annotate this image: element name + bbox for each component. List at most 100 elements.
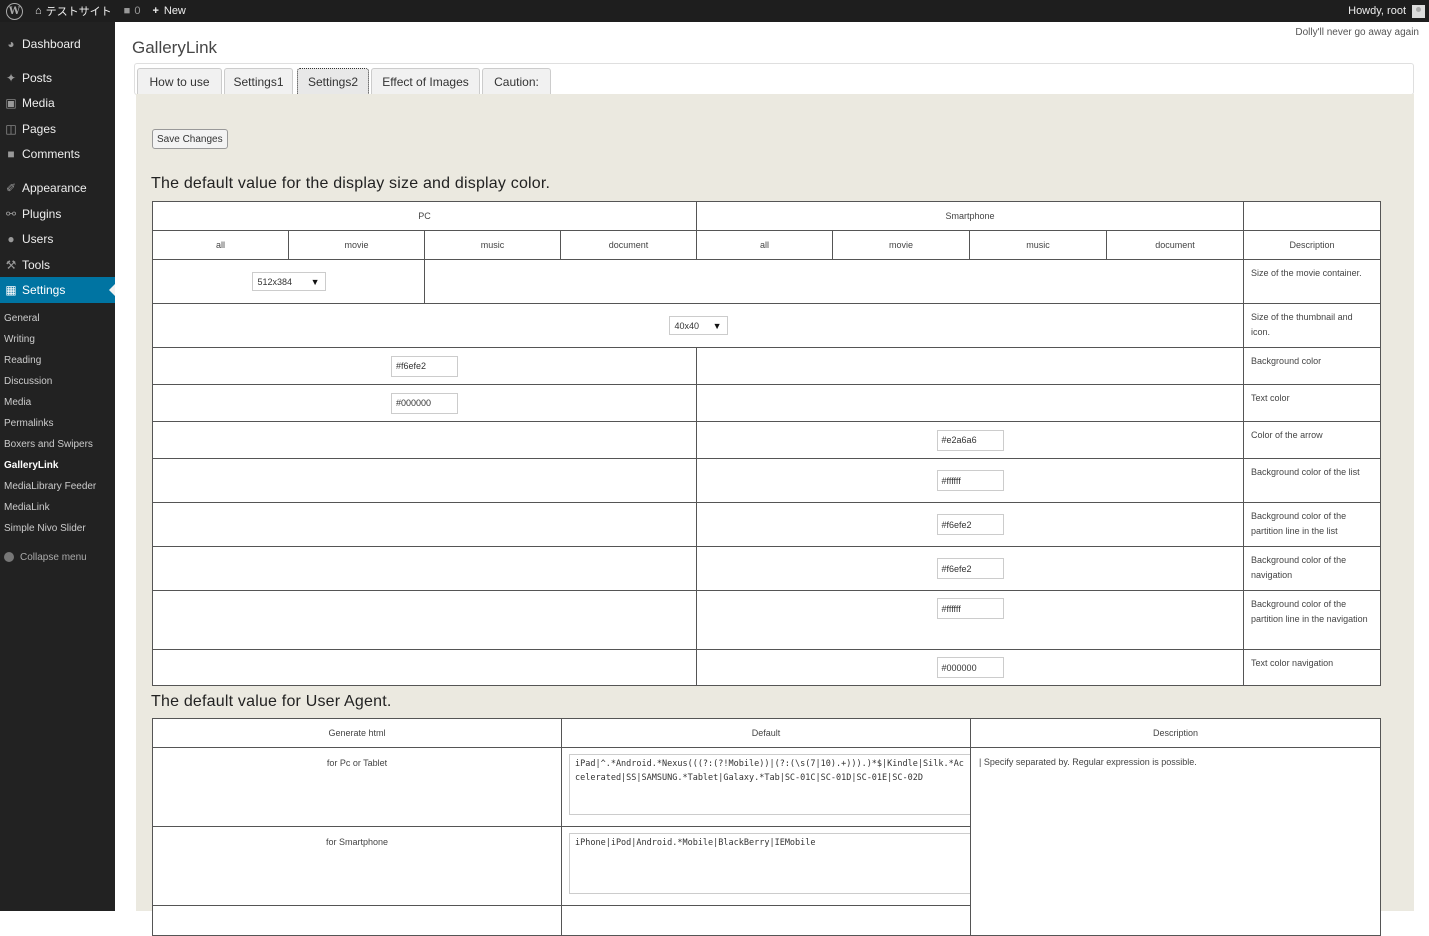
comments-count: 0 bbox=[134, 5, 141, 17]
thumb-cell: 40x40 ▼ bbox=[151, 303, 1245, 348]
admin-bar: W ⌂ テストサイト ■ 0 + New Howdy, root bbox=[0, 0, 1429, 22]
hello-dolly-text: Dolly'll never go away again bbox=[1295, 27, 1419, 38]
menu-media[interactable]: ▣ Media bbox=[0, 90, 115, 116]
arrow-color-cell: #e2a6a6 bbox=[696, 421, 1245, 459]
menu-label: Appearance bbox=[22, 181, 87, 195]
settings-submenu: General Writing Reading Discussion Media… bbox=[0, 308, 115, 539]
col-ua-description: Description bbox=[970, 718, 1381, 748]
submenu-boxers-and-swipers[interactable]: Boxers and Swipers bbox=[0, 434, 115, 455]
pc-tablet-label: for Pc or Tablet bbox=[152, 747, 562, 827]
plug-icon: ⚯ bbox=[5, 207, 17, 221]
submenu-reading[interactable]: Reading bbox=[0, 350, 115, 371]
empty-cell bbox=[151, 649, 698, 686]
empty-cell bbox=[152, 905, 562, 936]
menu-label: Dashboard bbox=[22, 37, 81, 51]
list-background-color-input[interactable]: #ffffff bbox=[936, 470, 1004, 491]
nav-text-cell: #000000 bbox=[696, 649, 1245, 686]
main-content: Dolly'll never go away again GalleryLink… bbox=[115, 22, 1429, 936]
submenu-permalinks[interactable]: Permalinks bbox=[0, 413, 115, 434]
menu-label: Users bbox=[22, 232, 54, 246]
site-name: テストサイト bbox=[45, 6, 112, 18]
howdy-text: Howdy, root bbox=[1348, 5, 1406, 17]
navigation-partition-color-input[interactable]: #ffffff bbox=[936, 598, 1004, 619]
col-sp-document: document bbox=[1106, 230, 1245, 260]
row-description: Text color navigation bbox=[1243, 649, 1382, 686]
ua-description: | Specify separated by. Regular expressi… bbox=[970, 747, 1381, 936]
display-section-heading: The default value for the display size a… bbox=[151, 175, 551, 192]
submenu-medialink[interactable]: MediaLink bbox=[0, 497, 115, 518]
pin-icon: ✦ bbox=[5, 71, 17, 85]
empty-cell bbox=[561, 905, 971, 936]
pc-ua-cell: iPad|^.*Android.*Nexus(((?:(?!Mobile))|(… bbox=[561, 747, 971, 827]
empty-cell bbox=[696, 384, 1245, 422]
submenu-gallerylink[interactable]: GalleryLink bbox=[0, 455, 115, 476]
smartphone-label: for Smartphone bbox=[152, 826, 562, 906]
row-description: Background color of the navigation bbox=[1243, 546, 1382, 591]
save-changes-button[interactable]: Save Changes bbox=[152, 129, 228, 149]
menu-dashboard[interactable]: ◕ Dashboard bbox=[0, 31, 115, 57]
menu-appearance[interactable]: ✐ Appearance bbox=[0, 175, 115, 201]
comments-link[interactable]: ■ 0 bbox=[118, 0, 147, 22]
new-label: New bbox=[163, 5, 186, 17]
site-name-link[interactable]: ⌂ テストサイト bbox=[29, 0, 118, 22]
navigation-background-color-input[interactable]: #f6efe2 bbox=[936, 558, 1004, 579]
tab-settings2[interactable]: Settings2 bbox=[297, 68, 369, 95]
menu-posts[interactable]: ✦ Posts bbox=[0, 65, 115, 91]
menu-label: Plugins bbox=[22, 207, 62, 221]
users-icon: ● bbox=[7, 232, 15, 246]
menu-plugins[interactable]: ⚯ Plugins bbox=[0, 201, 115, 227]
select-value: 512x384 bbox=[257, 276, 293, 287]
new-content-link[interactable]: + New bbox=[146, 0, 191, 22]
tab-effect-of-images[interactable]: Effect of Images bbox=[371, 68, 480, 95]
user-agent-table: Generate html Default Description for Pc… bbox=[152, 718, 1381, 936]
tab-caution[interactable]: Caution: bbox=[482, 68, 551, 95]
col-sp-movie: movie bbox=[832, 230, 971, 260]
menu-label: Comments bbox=[22, 147, 81, 161]
nav-bg-cell: #f6efe2 bbox=[696, 546, 1245, 591]
row-description: Background color of the partition line i… bbox=[1243, 590, 1382, 650]
background-color-input[interactable]: #f6efe2 bbox=[391, 355, 458, 377]
submenu-discussion[interactable]: Discussion bbox=[0, 371, 115, 392]
wp-logo-menu[interactable]: W bbox=[0, 0, 29, 22]
text-color-input[interactable]: #000000 bbox=[391, 392, 458, 414]
list-partition-color-input[interactable]: #f6efe2 bbox=[936, 514, 1004, 535]
collapse-label: Collapse menu bbox=[20, 551, 87, 563]
menu-pages[interactable]: ◫ Pages bbox=[0, 116, 115, 142]
pages-icon: ◫ bbox=[5, 122, 17, 136]
thumbnail-size-select[interactable]: 40x40 ▼ bbox=[668, 316, 728, 335]
size-cell: 512x384 ▼ bbox=[152, 259, 425, 304]
tab-settings1[interactable]: Settings1 bbox=[224, 68, 293, 95]
list-bg-cell: #ffffff bbox=[696, 458, 1245, 503]
display-settings-table: PC Smartphone all movie music document a… bbox=[151, 201, 1382, 686]
tab-how-to-use[interactable]: How to use bbox=[137, 68, 222, 95]
movie-size-select[interactable]: 512x384 ▼ bbox=[251, 272, 326, 291]
menu-settings[interactable]: ▦ Settings bbox=[0, 277, 115, 303]
my-account-link[interactable]: Howdy, root bbox=[1342, 0, 1429, 22]
dropdown-arrow-icon: ▼ bbox=[310, 276, 320, 287]
menu-users[interactable]: ● Users bbox=[0, 226, 115, 252]
submenu-media[interactable]: Media bbox=[0, 392, 115, 413]
arrow-color-input[interactable]: #e2a6a6 bbox=[936, 429, 1004, 451]
empty-header-cell bbox=[1243, 201, 1382, 231]
menu-comments[interactable]: ■ Comments bbox=[0, 141, 115, 167]
submenu-writing[interactable]: Writing bbox=[0, 329, 115, 350]
menu-tools[interactable]: ⚒ Tools bbox=[0, 252, 115, 278]
settings-icon: ▦ bbox=[5, 283, 17, 297]
pc-user-agent-textarea[interactable]: iPad|^.*Android.*Nexus(((?:(?!Mobile))|(… bbox=[569, 754, 971, 815]
menu-label: Pages bbox=[22, 122, 57, 136]
row-description: Background color of the list bbox=[1243, 458, 1382, 503]
bg-color-cell: #f6efe2 bbox=[151, 347, 698, 385]
submenu-general[interactable]: General bbox=[0, 308, 115, 329]
menu-label: Posts bbox=[22, 71, 53, 85]
media-icon: ▣ bbox=[5, 96, 17, 110]
smartphone-user-agent-textarea[interactable]: iPhone|iPod|Android.*Mobile|BlackBerry|I… bbox=[569, 833, 971, 894]
submenu-medialibrary-feeder[interactable]: MediaLibrary Feeder bbox=[0, 476, 115, 497]
col-sp-all: all bbox=[696, 230, 834, 260]
empty-cell bbox=[151, 546, 698, 591]
empty-cell bbox=[151, 502, 698, 547]
submenu-simple-nivo-slider[interactable]: Simple Nivo Slider bbox=[0, 518, 115, 539]
comment-icon: ■ bbox=[7, 147, 15, 161]
collapse-menu-button[interactable]: Collapse menu bbox=[0, 548, 115, 566]
navigation-text-color-input[interactable]: #000000 bbox=[936, 657, 1004, 678]
comment-bubble-icon: ■ bbox=[123, 5, 131, 17]
